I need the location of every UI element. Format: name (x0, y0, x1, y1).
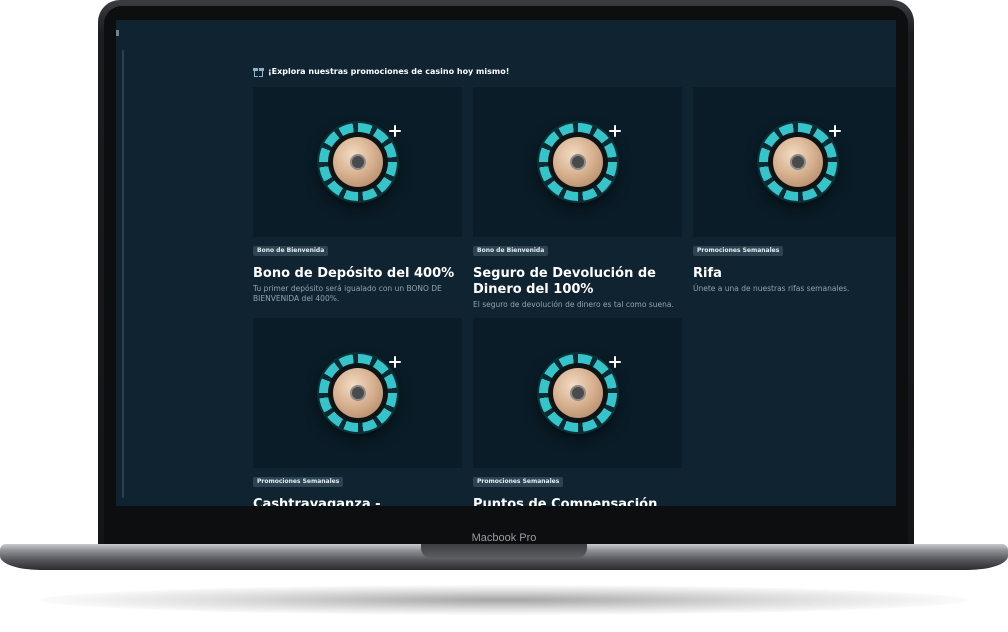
promo-category-badge: Promociones Semanales (473, 477, 564, 487)
promo-card-title[interactable]: Bono de Depósito del 400% (253, 266, 462, 282)
promo-card-title[interactable]: Cashtravaganza - Reembolso al (253, 497, 462, 506)
promo-card-description: Únete a una de nuestras rifas semanales. (693, 284, 850, 293)
promo-card-description: Tu primer depósito será igualado con un … (253, 284, 442, 303)
laptop-shadow (40, 585, 968, 615)
promo-card-image[interactable] (253, 87, 462, 237)
promo-card-image[interactable] (473, 87, 682, 237)
sidebar-scrollbar[interactable] (122, 50, 124, 498)
promo-card-description: El seguro de devolución de dinero es tal… (473, 300, 674, 309)
promo-category-badge: Promociones Semanales (253, 477, 344, 487)
promo-category-badge: Bono de Bienvenida (253, 246, 329, 256)
promo-category-badge: Promociones Semanales (693, 246, 784, 256)
promo-card-title[interactable]: Rifa (693, 266, 896, 282)
promo-card[interactable]: Bono de Bienvenida Bono de Depósito del … (253, 87, 462, 304)
promo-card[interactable]: Promociones Semanales Rifa Únete a una d… (693, 87, 896, 294)
promo-card[interactable]: Bono de Bienvenida Seguro de Devolución … (473, 87, 682, 310)
section-heading: ¡Explora nuestras promociones de casino … (268, 67, 510, 76)
promo-card[interactable]: Promociones Semanales Puntos de Compensa… (473, 318, 682, 506)
casino-chip-icon (318, 123, 397, 201)
promo-category-badge: Bono de Bienvenida (473, 246, 549, 256)
promo-card-image[interactable] (253, 318, 462, 468)
section-header: ¡Explora nuestras promociones de casino … (253, 66, 509, 77)
browser-viewport: ¡Explora nuestras promociones de casino … (116, 20, 896, 506)
promo-card-image[interactable] (693, 87, 896, 237)
corner-mark (116, 30, 119, 36)
promo-card-image[interactable] (473, 318, 682, 468)
gift-icon (253, 66, 264, 77)
promo-card-title[interactable]: Seguro de Devolución de Dinero del 100% (473, 266, 682, 298)
casino-chip-icon (538, 354, 617, 432)
laptop-notch (421, 544, 587, 558)
device-label: Macbook Pro (471, 532, 537, 544)
promotions-section: ¡Explora nuestras promociones de casino … (253, 20, 896, 506)
promo-card-title[interactable]: Puntos de Compensación (473, 497, 682, 506)
casino-chip-icon (538, 123, 617, 201)
casino-chip-icon (318, 354, 397, 432)
casino-chip-icon (758, 123, 837, 201)
promo-card[interactable]: Promociones Semanales Cashtravaganza - R… (253, 318, 462, 506)
